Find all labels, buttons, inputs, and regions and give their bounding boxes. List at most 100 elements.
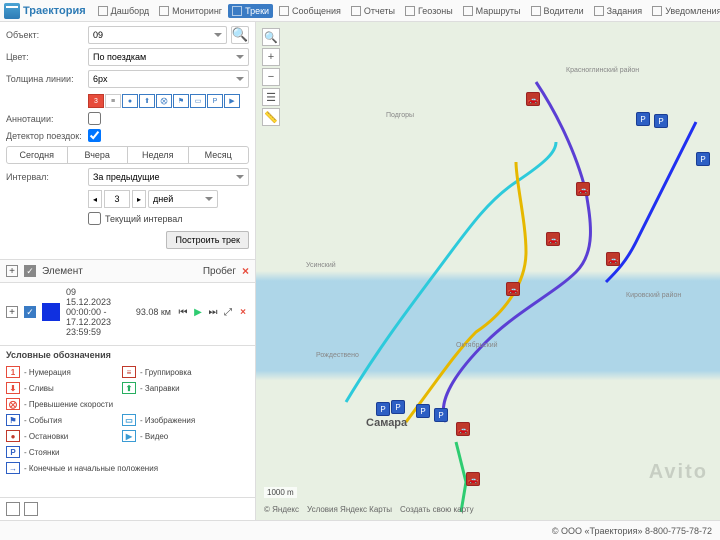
legend-label: - Изображения — [140, 416, 195, 425]
district-label: Подгоры — [386, 112, 414, 119]
marker-toggle-numbering[interactable]: 3 — [88, 94, 104, 108]
track-remove-button[interactable]: × — [237, 306, 249, 318]
nav-tasks[interactable]: Задания — [590, 4, 647, 18]
interval-increase-button[interactable]: ▸ — [132, 190, 146, 208]
marker-toggle-refuel[interactable]: ⬆ — [139, 94, 155, 108]
parking-marker[interactable]: P — [376, 402, 390, 416]
nav-monitoring[interactable]: Мониторинг — [155, 4, 226, 18]
legend-icon: ≡ — [122, 366, 136, 378]
footer-text: © ООО «Траектория» 8-800-775-78-72 — [552, 526, 712, 536]
district-label: Красноглинский район — [566, 67, 639, 74]
tab-month[interactable]: Месяц — [189, 147, 249, 163]
marker-toggle-speed[interactable]: ⨂ — [156, 94, 172, 108]
district-label: Рождествено — [316, 352, 359, 359]
messages-icon — [279, 6, 289, 16]
annotations-checkbox[interactable] — [88, 112, 101, 125]
nav-drivers[interactable]: Водители — [527, 4, 588, 18]
nav-notifications[interactable]: Уведомления — [648, 4, 720, 18]
map-viewport[interactable]: 🔍 + − ☰ 📏 Самара Красноглинский район Ки… — [256, 22, 720, 520]
tasks-icon — [594, 6, 604, 16]
interval-mode-select[interactable]: За предыдущие — [88, 168, 249, 186]
legend-item: ▭- Изображения — [122, 414, 232, 426]
legend-label: - События — [24, 416, 62, 425]
district-label: Кировский район — [626, 292, 681, 299]
legend-icon: ⨂ — [6, 398, 20, 410]
nav-messages[interactable]: Сообщения — [275, 4, 345, 18]
sidebar-layout-list-button[interactable] — [6, 502, 20, 516]
car-marker[interactable]: 🚗 — [606, 252, 620, 266]
current-interval-checkbox[interactable] — [88, 212, 101, 225]
track-next-button[interactable]: ⏭ — [207, 306, 219, 318]
legend-icon: → — [6, 462, 20, 474]
parking-marker[interactable]: P — [391, 400, 405, 414]
parking-marker[interactable]: P — [654, 114, 668, 128]
footer: © ООО «Траектория» 8-800-775-78-72 — [0, 520, 720, 540]
car-marker[interactable]: 🚗 — [456, 422, 470, 436]
marker-toggle-video[interactable]: ▶ — [224, 94, 240, 108]
detector-label: Детектор поездок: — [6, 131, 84, 141]
logo-icon — [4, 3, 20, 19]
reports-icon — [351, 6, 361, 16]
nav-reports[interactable]: Отчеты — [347, 4, 399, 18]
car-marker[interactable]: 🚗 — [546, 232, 560, 246]
parking-marker[interactable]: P — [434, 408, 448, 422]
select-all-checkbox[interactable]: ✓ — [24, 265, 36, 277]
marker-toggle-images[interactable]: ▭ — [190, 94, 206, 108]
legend-label: - Стоянки — [24, 448, 59, 457]
interval-decrease-button[interactable]: ◂ — [88, 190, 102, 208]
tab-week[interactable]: Неделя — [128, 147, 189, 163]
tab-yesterday[interactable]: Вчера — [68, 147, 129, 163]
yandex-copyright: © Яндекс — [264, 505, 299, 514]
logo: Траектория — [4, 3, 86, 19]
nav-geozones[interactable]: Геозоны — [401, 4, 457, 18]
legend-label: - Превышение скорости — [24, 400, 113, 409]
nav-dashboard[interactable]: Дашборд — [94, 4, 154, 18]
legend-label: - Нумерация — [24, 368, 71, 377]
col-element: Элемент — [42, 266, 197, 277]
object-select[interactable]: 09 — [88, 26, 227, 44]
period-tabs: Сегодня Вчера Неделя Месяц — [6, 146, 249, 164]
object-search-button[interactable]: 🔍 — [231, 26, 249, 44]
marker-toggle-parking[interactable]: P — [207, 94, 223, 108]
legend-item: ⨂ - Превышение скорости — [6, 398, 170, 410]
track-checkbox[interactable]: ✓ — [24, 306, 36, 318]
interval-value-input[interactable] — [104, 190, 130, 208]
legend-item: P- Стоянки — [6, 446, 116, 458]
expand-all-button[interactable]: + — [6, 265, 18, 277]
tab-today[interactable]: Сегодня — [7, 147, 68, 163]
parking-marker[interactable]: P — [696, 152, 710, 166]
car-marker[interactable]: 🚗 — [466, 472, 480, 486]
current-interval-label: Текущий интервал — [105, 214, 182, 224]
legend-item: ⬆- Заправки — [122, 382, 232, 394]
track-expand-button[interactable]: + — [6, 306, 18, 318]
track-prev-button[interactable]: ⏮ — [177, 306, 189, 318]
nav-routes[interactable]: Маршруты — [459, 4, 525, 18]
build-track-button[interactable]: Построить трек — [166, 231, 249, 249]
trip-detector-checkbox[interactable] — [88, 129, 101, 142]
dashboard-icon — [98, 6, 108, 16]
thickness-select[interactable]: 6px — [88, 70, 249, 88]
car-marker[interactable]: 🚗 — [576, 182, 590, 196]
city-label: Самара — [366, 417, 407, 429]
legend-label: - Конечные и начальные положения — [24, 464, 158, 473]
yandex-terms-link[interactable]: Условия Яндекс Карты — [307, 505, 392, 514]
marker-toggle-events[interactable]: ⚑ — [173, 94, 189, 108]
nav-tracks[interactable]: Треки — [228, 4, 273, 18]
parking-marker[interactable]: P — [636, 112, 650, 126]
drivers-icon — [531, 6, 541, 16]
marker-toggle-grouping[interactable]: ≡ — [105, 94, 121, 108]
track-play-button[interactable]: ▶ — [192, 306, 204, 318]
track-fit-button[interactable]: ⤢ — [222, 306, 234, 318]
route-green — [456, 442, 466, 512]
legend-item: 1- Нумерация — [6, 366, 116, 378]
color-select[interactable]: По поездкам — [88, 48, 249, 66]
yandex-create-link[interactable]: Создать свою карту — [400, 505, 474, 514]
marker-toggle-stops[interactable]: ● — [122, 94, 138, 108]
interval-unit-select[interactable]: дней — [148, 190, 218, 208]
car-marker[interactable]: 🚗 — [506, 282, 520, 296]
object-label: Объект: — [6, 30, 84, 40]
car-marker[interactable]: 🚗 — [526, 92, 540, 106]
clear-tracks-button[interactable]: × — [242, 264, 249, 278]
sidebar-layout-grid-button[interactable] — [24, 502, 38, 516]
parking-marker[interactable]: P — [416, 404, 430, 418]
